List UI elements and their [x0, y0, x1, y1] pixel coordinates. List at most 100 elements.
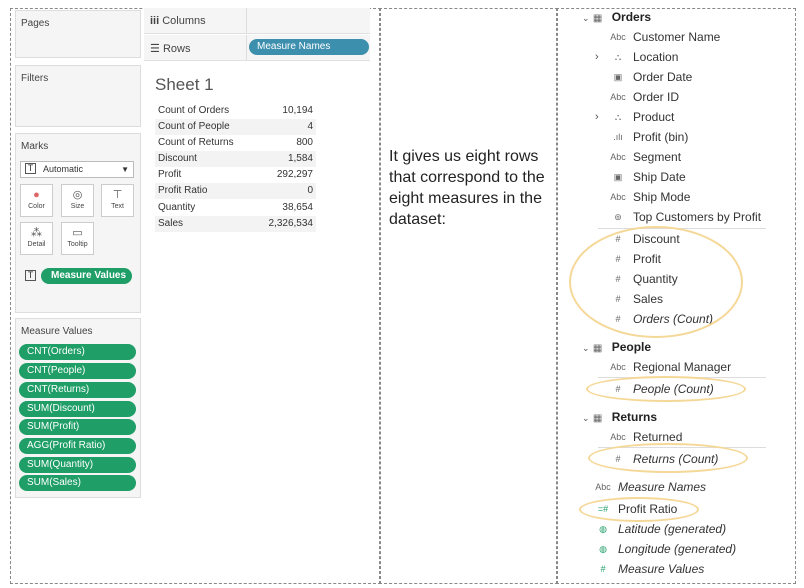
highlight-oval — [586, 376, 746, 402]
text-icon: ⊤ — [112, 189, 123, 201]
columns-shelf[interactable]: iii Columns — [144, 8, 370, 34]
table-row: Profit Ratio 0 — [155, 183, 316, 199]
measure-pill-sum-sales[interactable]: SUM(Sales) — [19, 475, 136, 491]
people-group[interactable]: ⌄ ▦ People — [582, 339, 651, 357]
shelf-divider — [246, 8, 247, 34]
marks-title: Marks — [21, 141, 49, 152]
row-label: Count of Orders — [158, 105, 230, 116]
abc-icon: Abc — [610, 432, 626, 442]
columns-text: Columns — [162, 15, 206, 27]
text-card[interactable]: ⊤ Text — [101, 184, 134, 217]
size-icon: ◎ — [72, 189, 83, 201]
table-row: Count of Orders 10,194 — [155, 103, 316, 119]
table-row: Quantity 38,654 — [155, 200, 316, 216]
mark-type-value: Automatic — [43, 164, 84, 174]
row-label: Quantity — [158, 202, 196, 213]
measure-pill-cnt-orders[interactable]: CNT(Orders) — [19, 344, 136, 360]
row-value: 0 — [307, 185, 313, 196]
field-label: Measure Values — [618, 562, 705, 576]
table-row: Count of Returns 800 — [155, 135, 316, 151]
measure-values-pill[interactable]: Measure Values — [41, 268, 132, 284]
field-label: Product — [633, 110, 675, 124]
row-label: Sales — [158, 218, 184, 229]
field-label: Customer Name — [633, 30, 721, 44]
measure-values-title: Measure Values — [21, 326, 93, 337]
table-row: Count of People 4 — [155, 119, 316, 135]
text-icon: T — [25, 163, 36, 174]
returns-title: Returns — [611, 410, 658, 424]
highlight-oval — [588, 443, 748, 473]
measure-pill-cnt-people[interactable]: CNT(People) — [19, 363, 136, 379]
abc-icon: Abc — [610, 92, 626, 102]
field-label: Order Date — [633, 70, 693, 84]
measure-pill-sum-quantity[interactable]: SUM(Quantity) — [19, 457, 136, 473]
measure-names-pill[interactable]: Measure Names — [249, 39, 369, 55]
abc-icon: Abc — [610, 32, 626, 42]
field-label: Latitude (generated) — [618, 522, 727, 536]
tooltip-label: Tooltip — [67, 241, 88, 248]
pages-title: Pages — [21, 18, 50, 29]
row-label: Discount — [158, 153, 197, 164]
field-label: Profit (bin) — [633, 130, 689, 144]
detail-icon: ⁂ — [31, 227, 42, 239]
measure-pill-agg-profit-ratio[interactable]: AGG(Profit Ratio) — [19, 438, 136, 454]
globe-icon: ◍ — [599, 524, 607, 534]
chevron-right-icon: › — [595, 51, 599, 63]
orders-title: Orders — [611, 10, 652, 24]
highlight-oval — [569, 226, 743, 338]
text-icon: T — [25, 270, 36, 281]
table-row: Discount 1,584 — [155, 151, 316, 167]
abc-icon: Abc — [595, 482, 611, 492]
row-value: 38,654 — [282, 202, 313, 213]
tooltip-icon: ▭ — [72, 227, 83, 239]
measure-pill-cnt-returns[interactable]: CNT(Returns) — [19, 382, 136, 398]
row-label: Profit Ratio — [158, 185, 208, 196]
table-row: Profit 292,297 — [155, 167, 316, 183]
row-label: Profit — [158, 169, 182, 180]
globe-icon: ◍ — [599, 544, 607, 554]
measure-pill-sum-profit[interactable]: SUM(Profit) — [19, 419, 136, 435]
calendar-icon: ▣ — [613, 172, 623, 182]
rows-label: ☰ Rows — [150, 42, 190, 55]
field-label: Order ID — [633, 90, 680, 104]
field-label: Location — [633, 50, 679, 64]
sheet-title: Sheet 1 — [155, 75, 214, 94]
chevron-down-icon: ⌄ — [582, 413, 590, 423]
chevron-down-icon: ⌄ — [582, 343, 590, 353]
text-label: Text — [111, 203, 124, 210]
tooltip-card[interactable]: ▭ Tooltip — [61, 222, 94, 255]
hierarchy-icon: ⛬ — [614, 52, 622, 62]
filters-title: Filters — [21, 73, 49, 84]
detail-card[interactable]: ⁂ Detail — [20, 222, 53, 255]
row-value: 10,194 — [282, 105, 313, 116]
table-icon: ▦ — [592, 343, 603, 354]
detail-label: Detail — [27, 241, 46, 248]
size-card[interactable]: ◎ Size — [61, 184, 94, 217]
abc-icon: Abc — [610, 192, 626, 202]
table-row: Sales 2,326,534 — [155, 216, 316, 232]
mark-type-dropdown[interactable]: T Automatic ▼ — [20, 161, 134, 178]
returns-group[interactable]: ⌄ ▦ Returns — [582, 409, 657, 427]
orders-group[interactable]: ⌄ ▦ Orders — [582, 9, 651, 27]
row-value: 800 — [296, 137, 313, 148]
row-value: 4 — [307, 121, 313, 132]
rows-shelf[interactable]: ☰ Rows Measure Names — [144, 35, 370, 61]
shelf-divider — [246, 35, 247, 61]
calendar-icon: ▣ — [613, 72, 623, 82]
field-label: Top Customers by Profit — [633, 210, 762, 224]
rows-icon: ☰ — [150, 43, 160, 55]
row-value: 1,584 — [287, 153, 313, 164]
pages-card: Pages — [15, 10, 141, 58]
measure-pill-sum-discount[interactable]: SUM(Discount) — [19, 401, 136, 417]
color-card[interactable]: ● Color — [20, 184, 53, 217]
color-label: Color — [28, 203, 45, 210]
marks-card: Marks T Automatic ▼ ● Color ◎ Size ⊤ Text ⁂… — [15, 133, 141, 313]
abc-icon: Abc — [610, 362, 626, 372]
bin-icon: .ılı — [613, 132, 623, 142]
field-label: Measure Names — [618, 480, 707, 494]
field-label: Ship Date — [633, 170, 686, 184]
table-icon: ▦ — [592, 413, 603, 424]
rows-text: Rows — [162, 43, 191, 55]
caption-frame — [379, 8, 558, 584]
abc-icon: Abc — [610, 152, 626, 162]
